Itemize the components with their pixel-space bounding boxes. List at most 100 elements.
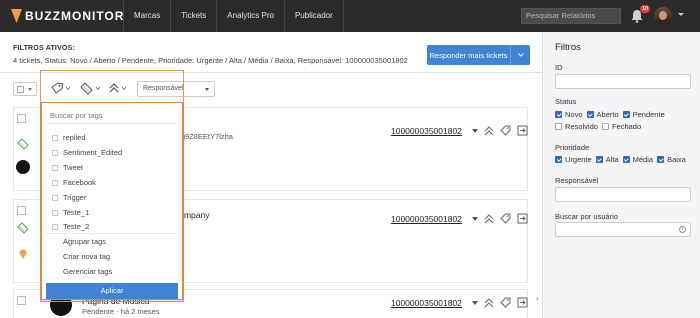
id-input[interactable] bbox=[555, 74, 691, 89]
tag-label: Sentiment_Edited bbox=[63, 148, 123, 157]
status-resolvido-checkbox[interactable] bbox=[555, 123, 562, 130]
chevron-down-icon[interactable] bbox=[472, 216, 478, 221]
create-tag-action[interactable]: Criar nova tag bbox=[63, 252, 110, 261]
notification-badge: 10 bbox=[640, 5, 651, 13]
filters-sidebar: Filtros ID Status Novo Aberto Pendente R… bbox=[542, 32, 700, 318]
chevron-down-icon[interactable] bbox=[678, 13, 684, 16]
id-label: ID bbox=[555, 63, 563, 72]
tag-option-tweet[interactable]: Tweet bbox=[52, 163, 83, 172]
priority-baixa-checkbox[interactable] bbox=[657, 156, 665, 163]
tag-icon[interactable] bbox=[500, 125, 511, 136]
transfer-icon[interactable] bbox=[517, 125, 528, 136]
responsavel-input[interactable] bbox=[555, 187, 691, 202]
top-navbar: BUZZMONITOR Marcas Tickets Analytics Pro… bbox=[0, 0, 700, 32]
nav-item-marcas[interactable]: Marcas bbox=[123, 0, 170, 32]
avatar-face bbox=[659, 11, 667, 20]
reply-more-tickets-button[interactable]: Responder mais tickets bbox=[427, 45, 530, 65]
row-checkbox[interactable] bbox=[17, 114, 26, 123]
priority-icon[interactable] bbox=[484, 213, 494, 224]
status-novo-checkbox[interactable] bbox=[555, 111, 562, 118]
location-pin-icon bbox=[19, 249, 27, 259]
priority-icon[interactable] bbox=[484, 125, 494, 136]
tag-option-teste-2[interactable]: Teste_2 bbox=[52, 222, 89, 231]
chevron-down-icon bbox=[205, 88, 209, 91]
brand-logo[interactable]: BUZZMONITOR bbox=[11, 8, 124, 24]
priority-alta-label: Alta bbox=[605, 155, 619, 164]
chevron-right-icon[interactable]: › bbox=[536, 294, 539, 303]
brand-name: BUZZMONITOR bbox=[25, 9, 125, 23]
status-options-row-2: Resolvido Fechado bbox=[555, 122, 641, 131]
transfer-icon[interactable] bbox=[517, 297, 528, 308]
tag-option-teste-1[interactable]: Teste_1 bbox=[52, 208, 89, 217]
user-search-input[interactable]: i bbox=[555, 222, 691, 237]
checkbox[interactable] bbox=[52, 194, 58, 201]
row-checkbox[interactable] bbox=[17, 206, 26, 215]
checkbox[interactable] bbox=[52, 223, 58, 230]
ticket-icon bbox=[17, 138, 29, 150]
reports-search-input[interactable]: Pesquisar Relatórios bbox=[521, 8, 621, 24]
nav-item-tickets[interactable]: Tickets bbox=[170, 0, 216, 32]
priority-label: Prioridade bbox=[555, 143, 590, 152]
tag-dropdown: Buscar por tags replied Sentiment_Edited… bbox=[41, 102, 183, 300]
status-pendente-label: Pendente bbox=[632, 110, 665, 119]
tag-icon[interactable] bbox=[500, 297, 511, 308]
tag-label: Tweet bbox=[63, 163, 84, 172]
chevron-down-icon[interactable] bbox=[472, 128, 478, 133]
priority-media-checkbox[interactable] bbox=[622, 156, 630, 163]
status-resolvido-label: Resolvido bbox=[565, 122, 598, 131]
priority-alta-checkbox[interactable] bbox=[595, 156, 603, 163]
tag-option-sentiment-edited[interactable]: Sentiment_Edited bbox=[52, 148, 122, 157]
info-icon: i bbox=[679, 226, 686, 233]
ticket-responsavel-id[interactable]: 100000035001802 bbox=[391, 298, 462, 308]
checkbox[interactable] bbox=[52, 179, 58, 186]
tag-option-trigger[interactable]: Trigger bbox=[52, 193, 86, 202]
status-options-row-1: Novo Aberto Pendente bbox=[555, 110, 665, 119]
checkbox[interactable] bbox=[52, 209, 58, 216]
tag-search-input[interactable]: Buscar por tags bbox=[46, 109, 176, 124]
priority-icon[interactable] bbox=[484, 297, 494, 308]
tag-label: Teste_2 bbox=[63, 222, 90, 231]
reply-options-dropdown[interactable] bbox=[510, 45, 530, 65]
ticket-responsavel-id[interactable]: 100000035001802 bbox=[391, 214, 462, 224]
status-fechado-label: Fechado bbox=[611, 122, 642, 131]
tag-option-replied[interactable]: replied bbox=[52, 133, 86, 142]
tag-label: replied bbox=[63, 133, 86, 142]
select-all-checkbox[interactable] bbox=[13, 82, 37, 96]
reply-more-tickets-label: Responder mais tickets bbox=[429, 50, 508, 60]
page-avatar bbox=[16, 160, 30, 174]
group-tags-action[interactable]: Agrupar tags bbox=[63, 237, 106, 246]
transfer-icon[interactable] bbox=[517, 213, 528, 224]
tag-icon[interactable] bbox=[500, 213, 511, 224]
user-avatar[interactable] bbox=[654, 7, 672, 25]
user-search-label: Buscar por usuário bbox=[555, 212, 618, 221]
tag-label: Teste_1 bbox=[63, 208, 90, 217]
status-aberto-checkbox[interactable] bbox=[586, 111, 594, 118]
ticket-status: Pendente - há 2 meses bbox=[82, 307, 160, 316]
status-pendente-checkbox[interactable] bbox=[622, 111, 630, 118]
main-nav: Marcas Tickets Analytics Pro Publicador bbox=[123, 0, 344, 32]
checkbox[interactable] bbox=[52, 164, 58, 171]
status-label: Status bbox=[555, 97, 577, 106]
tag-option-facebook[interactable]: Facebook bbox=[52, 178, 96, 187]
ticket-actions bbox=[472, 125, 528, 136]
chevron-down-icon[interactable] bbox=[472, 300, 478, 305]
nav-item-analytics-pro[interactable]: Analytics Pro bbox=[216, 0, 284, 32]
tag-label: Trigger bbox=[63, 193, 87, 202]
priority-urgente-label: Urgente bbox=[565, 155, 592, 164]
apply-tags-button[interactable]: Aplicar bbox=[46, 283, 178, 299]
checkbox[interactable] bbox=[52, 134, 58, 141]
row-checkbox[interactable] bbox=[17, 296, 26, 305]
priority-urgente-checkbox[interactable] bbox=[555, 156, 562, 163]
checkbox-box bbox=[17, 86, 24, 93]
ticket-actions bbox=[472, 297, 528, 308]
nav-item-publicador[interactable]: Publicador bbox=[283, 0, 344, 32]
ticket-icon bbox=[17, 222, 29, 234]
tag-label: Facebook bbox=[63, 178, 96, 187]
checkbox[interactable] bbox=[52, 149, 58, 156]
manage-tags-action[interactable]: Gerenciar tags bbox=[63, 267, 112, 276]
ticket-responsavel-id[interactable]: 100000035001802 bbox=[391, 126, 462, 136]
status-aberto-label: Aberto bbox=[596, 110, 619, 119]
status-fechado-checkbox[interactable] bbox=[601, 123, 609, 130]
status-novo-label: Novo bbox=[565, 110, 583, 119]
priority-options: Urgente Alta Média Baixa bbox=[555, 155, 686, 164]
